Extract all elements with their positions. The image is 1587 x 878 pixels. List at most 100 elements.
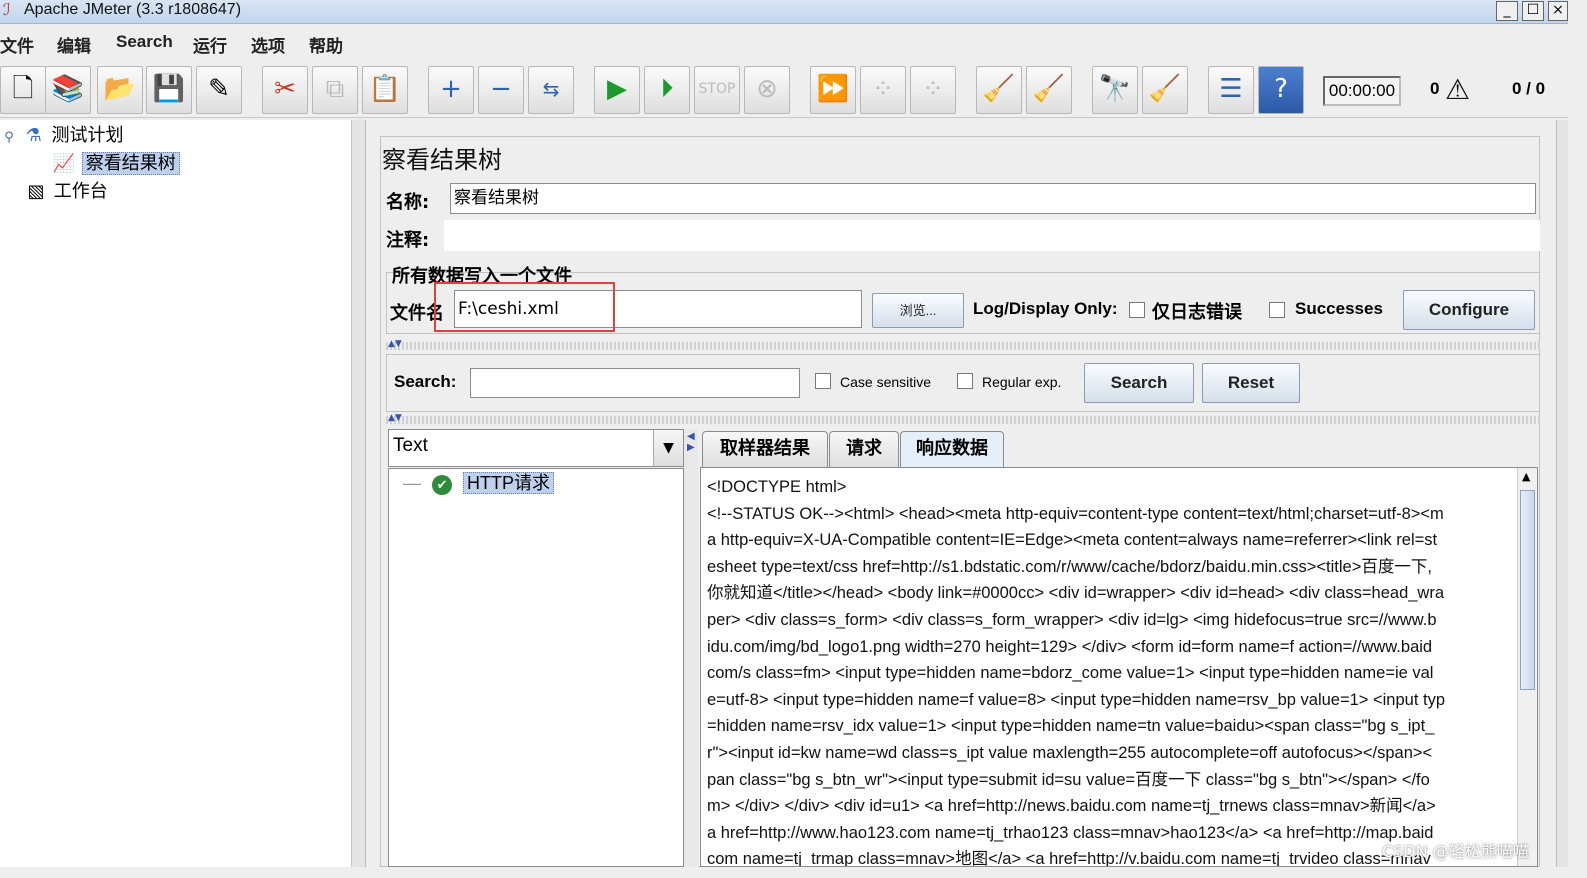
comment-label: 注释: (386, 230, 430, 251)
save-as-icon[interactable]: ✎ (196, 66, 242, 114)
workbench-icon: ▧ (27, 181, 45, 202)
renderer-selected-value: Text (393, 435, 428, 456)
active-threads-count: 0 / 0 (1512, 79, 1546, 98)
tree-item-label: 工作台 (53, 181, 108, 202)
sample-result-item[interactable]: — ✔ HTTP请求 (403, 471, 555, 495)
sample-result-list: — ✔ HTTP请求 (388, 468, 684, 867)
splitter-arrows-icon[interactable]: ◀ ▶ (687, 431, 695, 453)
maximize-button[interactable]: ☐ (1522, 1, 1544, 21)
success-shield-icon: ✔ (432, 475, 453, 495)
menu-options[interactable]: 选项 (251, 32, 285, 57)
errors-only-checkbox[interactable] (1129, 302, 1145, 318)
function-helper-icon[interactable]: ☰ (1208, 66, 1254, 114)
jmeter-feather-icon: ℐ (3, 0, 11, 19)
menu-edit[interactable]: 编辑 (57, 32, 91, 57)
response-line: com/s class=fm> <input type=hidden name=… (707, 664, 1434, 683)
response-line: esheet type=text/css href=http://s1.bdst… (707, 557, 1432, 576)
search-label: Search: (394, 372, 457, 391)
menu-file[interactable]: 文件 (0, 32, 34, 57)
remote-start-icon[interactable]: ⏩ (810, 66, 856, 114)
split-divider[interactable] (386, 416, 1540, 424)
toggle-icon[interactable]: ⇆ (528, 66, 574, 114)
tree-expander-icon[interactable]: ⚲ (2, 125, 16, 151)
response-line: =hidden name=rsv_idx value=1> <input typ… (707, 717, 1435, 736)
flask-icon: ⚗ (25, 125, 42, 146)
error-count: 0 (1430, 79, 1440, 98)
scroll-up-icon[interactable]: ▲ (1522, 470, 1530, 483)
search-input[interactable] (470, 368, 800, 398)
case-sensitive-label: Case sensitive (840, 374, 932, 390)
results-splitter[interactable]: ◀ ▶ (684, 429, 698, 867)
menu-help[interactable]: 帮助 (309, 32, 343, 57)
tree-item-label: 察看结果树 (81, 152, 180, 175)
copy-icon[interactable]: ⧉ (312, 66, 358, 114)
collapse-icon[interactable]: − (478, 66, 524, 114)
new-icon[interactable]: 🗋 (0, 66, 46, 114)
templates-icon[interactable]: 📚 (45, 66, 91, 114)
menu-bar: 文件 编辑 Search 运行 选项 帮助 (0, 25, 1568, 61)
cut-icon[interactable]: ✂ (262, 66, 308, 114)
stop-icon[interactable]: STOP (694, 66, 740, 114)
title-bar: ℐ Apache JMeter (3.3 r1808647) _ ☐ × (0, 0, 1568, 24)
comment-input[interactable] (444, 220, 1540, 251)
response-data-area[interactable]: <!DOCTYPE html> <!--STATUS OK--><html> <h… (700, 467, 1538, 867)
log-display-only-label: Log/Display Only: (973, 299, 1118, 318)
warning-icon[interactable]: ⚠ (1445, 73, 1470, 106)
tab-sampler-result[interactable]: 取样器结果 (702, 431, 828, 467)
clear-icon[interactable]: 🧹 (976, 66, 1022, 114)
response-line: 你就知道</title></head> <body link=#0000cc> … (707, 584, 1445, 603)
start-no-pause-icon[interactable]: ⏵ (644, 66, 690, 114)
divider-arrows-icon[interactable]: ▲▼ (388, 339, 402, 349)
chevron-down-icon[interactable]: ▼ (653, 430, 683, 466)
tree-item-test-plan[interactable]: ⚲ ⚗ 测试计划 (2, 123, 123, 149)
response-line: <!DOCTYPE html> (707, 478, 847, 496)
vertical-scrollbar[interactable]: ▲ (1517, 468, 1537, 866)
tree-item-workbench[interactable]: ▧ 工作台 (24, 179, 108, 205)
shutdown-icon[interactable]: ⊗ (744, 66, 790, 114)
open-icon[interactable]: 📂 (97, 66, 143, 114)
tree-splitter[interactable] (352, 120, 366, 867)
case-sensitive-checkbox[interactable] (815, 373, 831, 389)
close-button[interactable]: × (1548, 1, 1568, 21)
menu-run[interactable]: 运行 (193, 32, 227, 57)
start-icon[interactable]: ▶ (594, 66, 640, 114)
sample-label: HTTP请求 (463, 472, 555, 494)
response-line: a http-equiv=X-UA-Compatible content=IE=… (707, 531, 1438, 550)
split-divider[interactable] (386, 342, 1540, 350)
renderer-select[interactable]: Text ▼ (388, 429, 684, 467)
successes-checkbox[interactable] (1269, 302, 1285, 318)
scrollbar-thumb[interactable] (1520, 490, 1535, 690)
regular-exp-checkbox[interactable] (957, 373, 973, 389)
configure-button[interactable]: Configure (1403, 290, 1535, 330)
search-icon[interactable]: 🔭 (1092, 66, 1138, 114)
search-button[interactable]: Search (1084, 363, 1194, 403)
tree-item-label: 测试计划 (51, 125, 124, 146)
watermark: CSDN @轻松熊喵喵 (1382, 842, 1529, 861)
response-line: m> </div> </div> <div id=u1> <a href=htt… (707, 797, 1436, 816)
divider-arrows-icon[interactable]: ▲▼ (388, 413, 402, 423)
clear-all-icon[interactable]: 🧹 (1026, 66, 1072, 114)
tree-line-icon: — (403, 473, 421, 493)
tab-request[interactable]: 请求 (829, 431, 899, 467)
reset-button[interactable]: Reset (1202, 363, 1300, 403)
help-icon[interactable]: ? (1258, 66, 1304, 114)
name-input[interactable]: 察看结果树 (450, 183, 1536, 214)
tab-response-data[interactable]: 响应数据 (900, 431, 1004, 468)
response-text: <!DOCTYPE html> <!--STATUS OK--><html> <h… (707, 474, 1507, 866)
name-label: 名称: (386, 192, 430, 213)
menu-search[interactable]: Search (116, 32, 173, 52)
response-line: e=utf-8> <input type=hidden name=f value… (707, 690, 1446, 709)
successes-label: Successes (1295, 299, 1383, 318)
minimize-button[interactable]: _ (1496, 1, 1518, 21)
remote-stop-icon[interactable]: ⁘ (860, 66, 906, 114)
expand-icon[interactable]: + (428, 66, 474, 114)
browse-button[interactable]: 浏览... (872, 293, 964, 328)
save-icon[interactable]: 💾 (146, 66, 192, 114)
reset-search-icon[interactable]: 🧹 (1142, 66, 1188, 114)
outer-scrollbar[interactable] (1556, 120, 1568, 867)
remote-shutdown-icon[interactable]: ⁘ (910, 66, 956, 114)
elapsed-timer: 00:00:00 (1323, 76, 1401, 106)
tree-item-view-results-tree[interactable]: 📈 察看结果树 (52, 151, 180, 177)
paste-icon[interactable]: 📋 (362, 66, 408, 114)
listener-panel: 察看结果树 名称: 察看结果树 注释: 所有数据写入一个文件 文件名 F:\ce… (366, 120, 1568, 867)
